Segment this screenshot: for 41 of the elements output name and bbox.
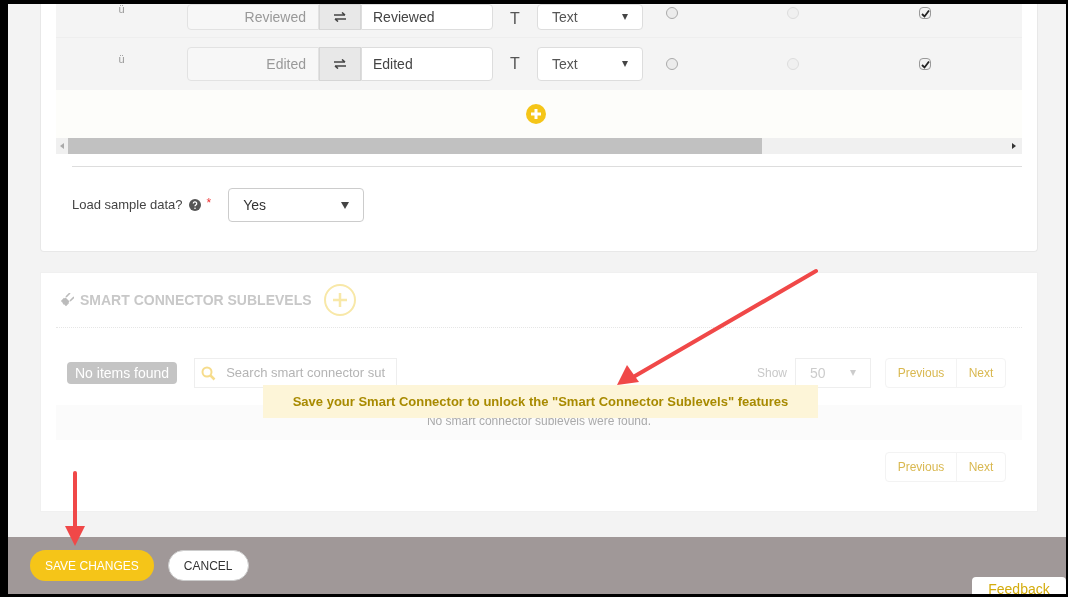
feedback-tab[interactable]: Feedback [972,577,1066,594]
scrollbar-thumb[interactable] [68,138,762,154]
help-icon[interactable] [188,199,201,211]
swap-icon [333,12,347,22]
status-badge: No items found [67,362,178,384]
field-label: Load sample data? [72,196,183,215]
next-button[interactable]: Next [956,452,1006,482]
swap-button[interactable] [319,4,361,30]
radio-button[interactable] [666,58,678,70]
sample-data-select[interactable]: Yes [228,188,365,222]
cancel-button[interactable]: CANCEL [167,550,249,581]
type-select[interactable]: Text [537,47,643,81]
dropdown-caret-icon [850,370,856,376]
dropdown-caret-icon [622,14,628,20]
add-row-icon[interactable] [526,104,546,124]
save-changes-button[interactable]: SAVE CHANGES [30,550,154,581]
previous-button[interactable]: Previous [885,358,957,388]
swap-button[interactable] [319,47,361,81]
target-field[interactable]: Edited [361,47,493,81]
search-icon [201,365,217,381]
swap-icon [333,59,347,69]
tooltip: Save your Smart Connector to unlock the "Smart Connector Sublevels" features [263,385,818,418]
source-field[interactable]: Reviewed [187,4,319,30]
horizontal-scrollbar[interactable] [56,138,1022,154]
type-icon: T [493,52,537,76]
row-symbol: ü [117,4,126,14]
dropdown-caret-icon [622,61,628,67]
plug-icon [60,293,74,307]
add-sublevel-icon[interactable] [323,284,356,316]
type-icon: T [493,7,537,31]
previous-button[interactable]: Previous [885,452,957,482]
checkbox[interactable] [919,58,931,70]
row-symbol: ü [117,51,126,67]
dropdown-caret-icon [341,201,350,209]
type-select[interactable]: Text [537,4,643,30]
radio-button[interactable] [666,7,678,19]
required-mark: * [206,195,212,212]
next-button[interactable]: Next [956,358,1006,388]
source-field[interactable]: Edited [187,47,319,81]
target-field[interactable]: Reviewed [361,4,493,30]
checkbox[interactable] [919,7,931,19]
